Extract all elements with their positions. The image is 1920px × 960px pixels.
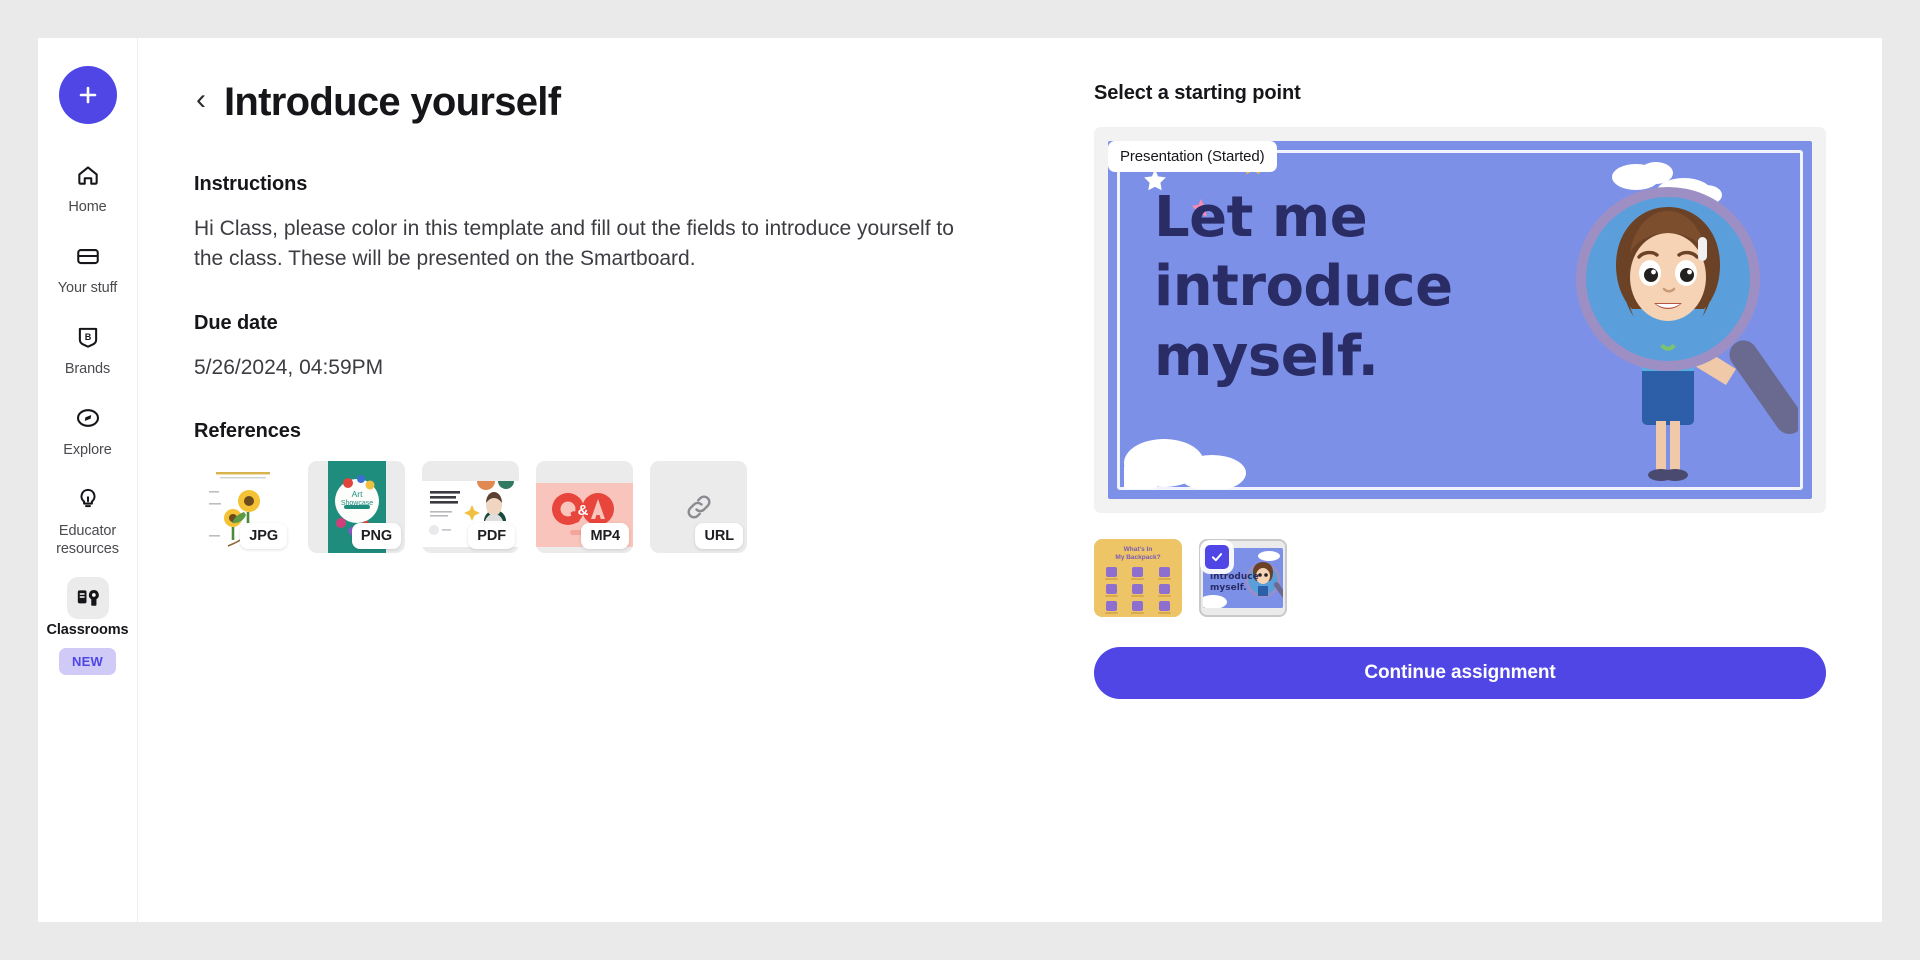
thumbnail-option-introduce-myself[interactable]: introduce myself. [1199,539,1287,617]
screen-root: Home Your stuff B Brands Explore Educato… [0,0,1920,960]
due-date-value: 5/26/2024, 04:59PM [194,355,384,379]
reference-card-png[interactable]: Art Showcase PNG [308,461,405,554]
checkmark-icon [1211,553,1223,562]
backpack-icon-cell [1100,584,1123,598]
assignment-details: ‹ Introduce yourself Instructions Hi Cla… [194,80,1054,922]
backpack-icon-cell [1127,567,1150,581]
reference-type-tag: MP4 [581,523,629,550]
plus-icon [76,83,100,107]
backpack-icon-cell [1153,584,1176,598]
instructions-body: Hi Class, please color in this template … [194,217,954,270]
reference-card-jpg[interactable]: JPG [194,461,291,554]
sidebar-item-your-stuff[interactable]: Your stuff [38,235,137,298]
sidebar-item-explore[interactable]: Explore [38,397,137,460]
sidebar-item-label: Classrooms [46,621,129,638]
sidebar-item-label: Brands [64,360,111,377]
mini-slide-line-2: myself. [1210,582,1247,593]
sidebar-item-label: Home [68,199,107,215]
app-window: Home Your stuff B Brands Explore Educato… [38,38,1882,922]
reference-type-tag: PNG [351,523,401,550]
create-button[interactable] [58,66,117,124]
sidebar-item-classrooms[interactable]: Classrooms NEW [38,576,137,675]
slide-line-3: myself. [1154,323,1379,389]
page-title: Introduce yourself [224,80,561,124]
starting-point-panel: Select a starting point Presentation (St… [1094,80,1826,922]
thumbnail-option-backpack[interactable]: What's In My Backpack? [1094,539,1182,617]
references-heading: References [194,420,301,443]
mini-slide-line-1: introduce [1210,572,1259,582]
svg-text:&: & [578,502,589,519]
compass-icon [67,397,109,439]
main-content: ‹ Introduce yourself Instructions Hi Cla… [138,38,1882,922]
reference-type-tag: PDF [468,523,515,550]
starting-point-thumbnails: What's In My Backpack? introduce myself. [1094,539,1826,617]
sidebar-item-educator-resources[interactable]: Educator resources [38,478,137,559]
reference-card-url[interactable]: URL [650,461,747,554]
title-row: ‹ Introduce yourself [194,80,1054,125]
continue-assignment-button[interactable]: Continue assignment [1094,647,1826,699]
reference-type-tag: JPG [240,523,287,550]
references-list: JPG Art Showcase PNG PDF & MP4 URL [194,461,1054,554]
slide-headline: Let me introduce myself. [1154,183,1453,391]
backpack-icon-cell [1100,601,1123,615]
sidebar-item-label: Your stuff [57,279,118,296]
backpack-icon-grid [1100,567,1176,615]
back-button[interactable]: ‹ [194,82,208,121]
reference-card-mp4[interactable]: & MP4 [536,461,633,554]
backpack-template-thumbnail: What's In My Backpack? [1094,539,1182,617]
sidebar: Home Your stuff B Brands Explore Educato… [38,38,138,922]
svg-text:Art: Art [351,489,363,499]
backpack-title-line-2: My Backpack? [1115,554,1161,562]
home-icon [67,154,109,196]
sidebar-item-brands[interactable]: B Brands [38,316,137,379]
slide-preview[interactable]: Let me introduce myself. [1108,141,1812,499]
sidebar-item-label: Explore [63,441,112,458]
svg-text:Showcase: Showcase [340,500,372,507]
backpack-icon-cell [1153,601,1176,615]
classrooms-icon [66,576,109,619]
due-date-heading: Due date [194,311,278,334]
starting-point-heading: Select a starting point [1094,82,1301,104]
slide-line-2: introduce [1154,254,1453,320]
backpack-icon-cell [1153,567,1176,581]
lightbulb-icon [67,478,109,520]
reference-type-tag: URL [695,523,743,550]
svg-text:B: B [84,332,91,342]
backpack-icon-cell [1127,584,1150,598]
due-date-block: Due date 5/26/2024, 04:59PM [194,312,1054,383]
brand-badge-icon: B [67,316,109,358]
reference-card-pdf[interactable]: PDF [422,461,519,554]
slide-line-1: Let me [1154,185,1368,250]
sidebar-item-home[interactable]: Home [38,154,137,217]
backpack-icon-cell [1100,567,1123,581]
mini-slide-headline: introduce myself. [1210,572,1259,594]
cloud-bottom-left-icon [1124,439,1246,489]
preview-status-badge: Presentation (Started) [1108,141,1277,172]
backpack-icon-cell [1127,601,1150,615]
sidebar-item-label: Educator resources [56,522,119,557]
folder-icon [67,235,109,277]
new-badge: NEW [59,647,116,675]
instructions-heading: Instructions [194,173,308,195]
chevron-left-icon: ‹ [196,82,206,116]
preview-card: Presentation (Started) Let me introduce … [1094,127,1826,513]
references-block: References JPG Art Showcase PNG PDF & MP… [194,420,1054,554]
girl-with-magnifying-glass-illustration [1538,169,1804,499]
backpack-title-line-1: What's In [1123,546,1153,553]
selected-checkbox[interactable] [1205,545,1229,569]
instructions-block: Instructions Hi Class, please color in t… [194,173,1054,274]
